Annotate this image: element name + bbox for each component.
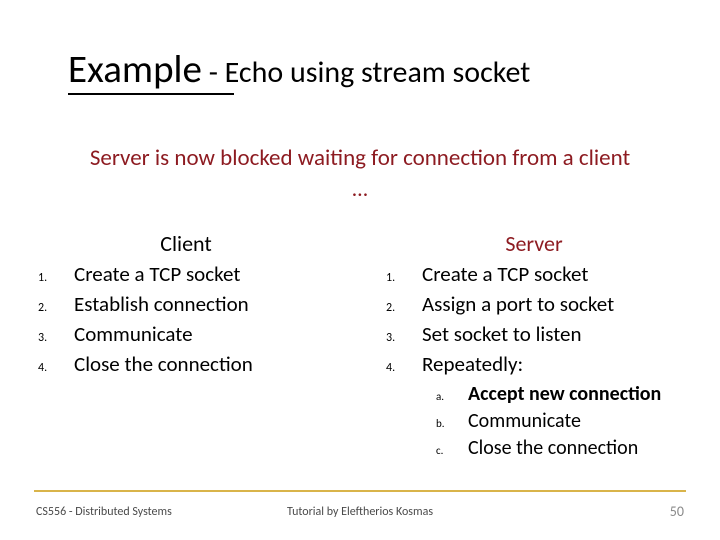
step-text: Communicate <box>74 321 193 347</box>
step-text: Close the connection <box>74 351 253 377</box>
server-heading: Server <box>360 230 708 257</box>
client-steps: 1. Create a TCP socket 2. Establish conn… <box>12 261 360 378</box>
list-item: 2. Establish connection <box>34 291 360 317</box>
step-text: Repeatedly: <box>422 351 523 377</box>
substep-text: Close the connection <box>468 436 638 461</box>
list-item: 1. Create a TCP socket <box>34 261 360 287</box>
step-number: 3. <box>34 331 74 345</box>
title-block: Example - Echo using stream socket <box>0 0 720 93</box>
step-text: Create a TCP socket <box>422 261 588 287</box>
slide: Example - Echo using stream socket Serve… <box>0 0 720 540</box>
step-number: 4. <box>382 361 422 375</box>
list-item: 3. Set socket to listen <box>382 321 708 347</box>
substep-text: Communicate <box>468 409 581 434</box>
list-item: 4. Repeatedly: <box>382 351 708 377</box>
step-number: 1. <box>382 271 422 285</box>
list-item: 4. Close the connection <box>34 351 360 377</box>
server-substeps: a. Accept new connection b. Communicate … <box>360 382 708 461</box>
substep-letter: a. <box>436 390 468 403</box>
subtitle-block: Server is now blocked waiting for connec… <box>0 145 720 202</box>
server-column: Server 1. Create a TCP socket 2. Assign … <box>360 230 708 463</box>
client-heading: Client <box>12 230 360 257</box>
subtitle-dots: … <box>0 175 720 202</box>
server-steps: 1. Create a TCP socket 2. Assign a port … <box>360 261 708 378</box>
list-item: c. Close the connection <box>436 436 708 461</box>
footer-center: Tutorial by Eleftherios Kosmas <box>36 505 684 519</box>
title-underline <box>68 93 234 95</box>
columns: Client 1. Create a TCP socket 2. Establi… <box>0 230 720 463</box>
step-text: Establish connection <box>74 291 249 317</box>
client-column: Client 1. Create a TCP socket 2. Establi… <box>12 230 360 463</box>
list-item: 3. Communicate <box>34 321 360 347</box>
step-number: 1. <box>34 271 74 285</box>
divider-line <box>34 490 686 492</box>
substep-letter: c. <box>436 444 468 457</box>
footer: CS556 - Distributed Systems Tutorial by … <box>36 503 684 520</box>
substep-text: Accept new connection <box>468 382 661 407</box>
step-text: Set socket to listen <box>422 321 581 347</box>
list-item: b. Communicate <box>436 409 708 434</box>
step-text: Assign a port to socket <box>422 291 614 317</box>
step-number: 4. <box>34 361 74 375</box>
title-sub: - Echo using stream socket <box>202 54 530 91</box>
subtitle-text: Server is now blocked waiting for connec… <box>0 145 720 173</box>
step-number: 2. <box>382 301 422 315</box>
step-text: Create a TCP socket <box>74 261 240 287</box>
list-item: 1. Create a TCP socket <box>382 261 708 287</box>
step-number: 2. <box>34 301 74 315</box>
list-item: 2. Assign a port to socket <box>382 291 708 317</box>
substep-letter: b. <box>436 417 468 430</box>
title-main: Example <box>68 46 202 93</box>
step-number: 3. <box>382 331 422 345</box>
list-item: a. Accept new connection <box>436 382 708 407</box>
